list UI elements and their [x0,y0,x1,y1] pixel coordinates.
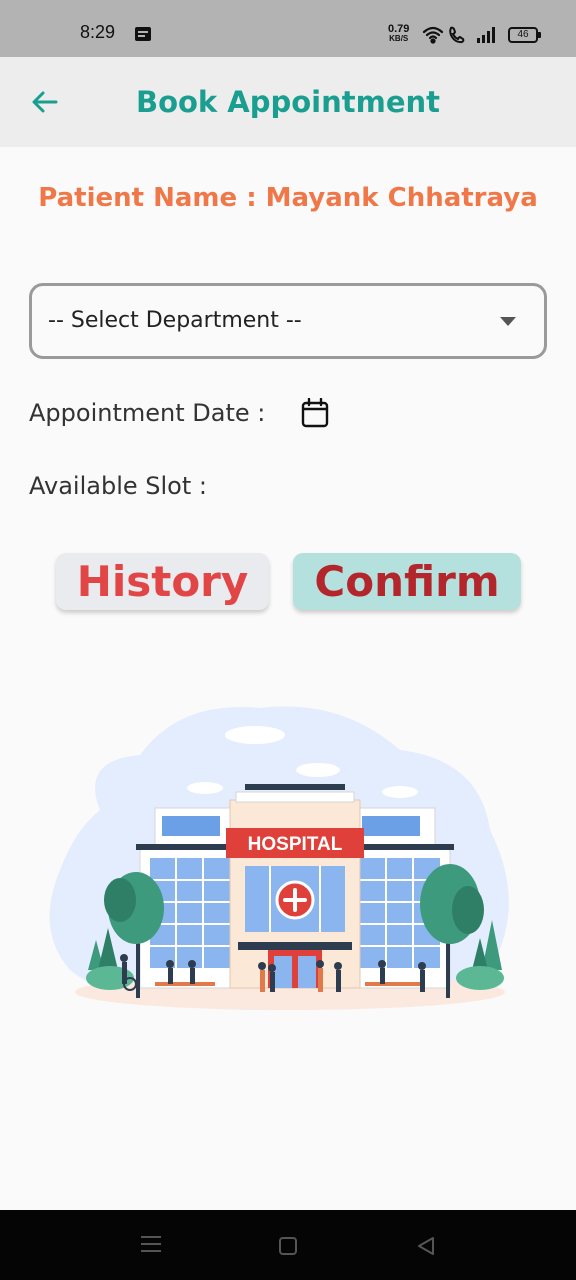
patient-name: Patient Name : Mayank Chhatraya [38,183,538,213]
wifi-icon [422,26,444,44]
network-speed-unit: KB/S [389,34,409,43]
chevron-down-icon [500,317,516,326]
battery-icon: 46 [508,27,541,43]
network-speed: 0.79 KB/S [388,24,409,44]
cell-signal-icon [477,27,495,43]
status-time: 8:29 [80,22,116,42]
system-nav-bar [0,1210,576,1280]
department-select-value: -- Select Department -- [48,308,302,333]
app-bar: Book Appointment [0,57,576,147]
department-select[interactable]: -- Select Department -- [29,283,547,359]
network-speed-value: 0.79 [388,23,410,35]
back-triangle-icon[interactable] [415,1235,437,1257]
signal-icons [422,26,495,44]
available-slot-label: Available Slot : [29,472,207,500]
history-button[interactable]: History [56,553,269,610]
call-icon [449,26,465,44]
page-title: Book Appointment [135,85,441,119]
message-notification-icon [135,27,151,41]
calendar-icon[interactable] [301,398,329,428]
appointment-date-label: Appointment Date : [29,399,266,427]
hospital-sign: HOSPITAL [248,834,343,855]
status-bar: 8:29 0.79 KB/S 46 [0,0,576,57]
home-icon[interactable] [279,1237,297,1255]
recent-apps-icon[interactable] [141,1236,161,1254]
hospital-illustration: HOSPITAL [49,706,509,1011]
confirm-button[interactable]: Confirm [293,553,521,610]
